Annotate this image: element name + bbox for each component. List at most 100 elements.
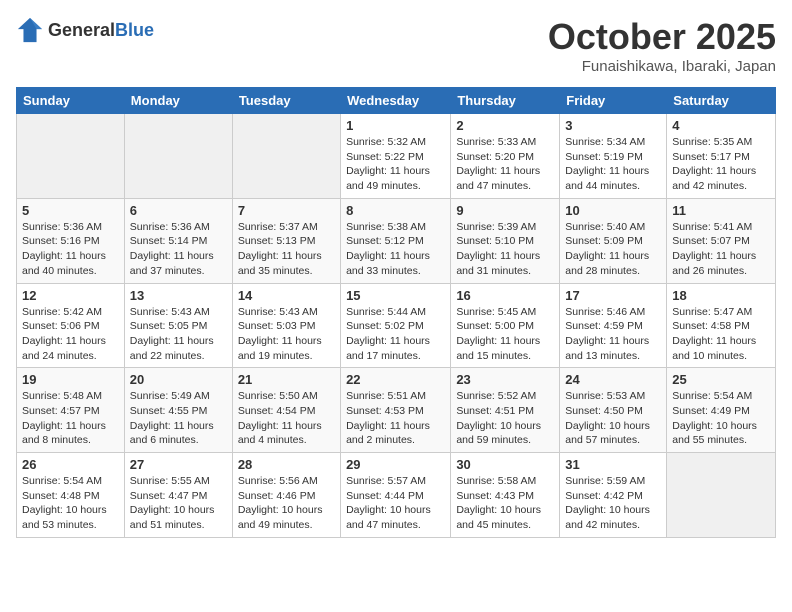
calendar-cell: 1 Sunrise: 5:32 AM Sunset: 5:22 PM Daylig… [341, 114, 451, 199]
calendar-cell: 7 Sunrise: 5:37 AM Sunset: 5:13 PM Daylig… [232, 198, 340, 283]
day-number: 13 [130, 288, 227, 303]
calendar-cell: 30 Sunrise: 5:58 AM Sunset: 4:43 PM Dayli… [451, 453, 560, 538]
calendar-cell: 28 Sunrise: 5:56 AM Sunset: 4:46 PM Dayli… [232, 453, 340, 538]
logo-general: General [48, 20, 115, 40]
day-info: Sunrise: 5:51 AM Sunset: 4:53 PM Dayligh… [346, 389, 445, 448]
day-info: Sunrise: 5:37 AM Sunset: 5:13 PM Dayligh… [238, 220, 335, 279]
day-number: 30 [456, 457, 554, 472]
logo-blue: Blue [115, 20, 154, 40]
day-info: Sunrise: 5:57 AM Sunset: 4:44 PM Dayligh… [346, 474, 445, 533]
day-info: Sunrise: 5:50 AM Sunset: 4:54 PM Dayligh… [238, 389, 335, 448]
calendar-cell: 8 Sunrise: 5:38 AM Sunset: 5:12 PM Daylig… [341, 198, 451, 283]
day-number: 10 [565, 203, 661, 218]
day-number: 12 [22, 288, 119, 303]
day-number: 19 [22, 372, 119, 387]
week-row-1: 1 Sunrise: 5:32 AM Sunset: 5:22 PM Daylig… [17, 114, 776, 199]
calendar-cell: 31 Sunrise: 5:59 AM Sunset: 4:42 PM Dayli… [560, 453, 667, 538]
day-number: 9 [456, 203, 554, 218]
day-info: Sunrise: 5:48 AM Sunset: 4:57 PM Dayligh… [22, 389, 119, 448]
day-info: Sunrise: 5:40 AM Sunset: 5:09 PM Dayligh… [565, 220, 661, 279]
calendar-cell: 14Sunrise: 5:43 AM Sunset: 5:03 PM Dayli… [232, 283, 340, 368]
week-row-4: 19 Sunrise: 5:48 AM Sunset: 4:57 PM Dayli… [17, 368, 776, 453]
calendar-cell: 21 Sunrise: 5:50 AM Sunset: 4:54 PM Dayli… [232, 368, 340, 453]
day-info: Sunrise: 5:36 AM Sunset: 5:14 PM Dayligh… [130, 220, 227, 279]
calendar-cell: 26 Sunrise: 5:54 AM Sunset: 4:48 PM Dayli… [17, 453, 125, 538]
calendar-cell: 5 Sunrise: 5:36 AM Sunset: 5:16 PM Daylig… [17, 198, 125, 283]
day-info: Sunrise: 5:54 AM Sunset: 4:49 PM Dayligh… [672, 389, 770, 448]
day-number: 4 [672, 118, 770, 133]
day-info: Sunrise: 5:42 AM Sunset: 5:06 PM Dayligh… [22, 305, 119, 364]
calendar-cell [17, 114, 125, 199]
day-number: 1 [346, 118, 445, 133]
day-number: 7 [238, 203, 335, 218]
day-number: 18 [672, 288, 770, 303]
day-info: Sunrise: 5:36 AM Sunset: 5:16 PM Dayligh… [22, 220, 119, 279]
calendar-table: SundayMondayTuesdayWednesdayThursdayFrid… [16, 87, 776, 538]
day-number: 26 [22, 457, 119, 472]
day-number: 28 [238, 457, 335, 472]
calendar-cell: 15 Sunrise: 5:44 AM Sunset: 5:02 PM Dayli… [341, 283, 451, 368]
calendar-cell: 19 Sunrise: 5:48 AM Sunset: 4:57 PM Dayli… [17, 368, 125, 453]
day-info: Sunrise: 5:41 AM Sunset: 5:07 PM Dayligh… [672, 220, 770, 279]
day-info: Sunrise: 5:35 AM Sunset: 5:17 PM Dayligh… [672, 135, 770, 194]
col-header-tuesday: Tuesday [232, 88, 340, 114]
day-info: Sunrise: 5:56 AM Sunset: 4:46 PM Dayligh… [238, 474, 335, 533]
day-info: Sunrise: 5:34 AM Sunset: 5:19 PM Dayligh… [565, 135, 661, 194]
day-info: Sunrise: 5:33 AM Sunset: 5:20 PM Dayligh… [456, 135, 554, 194]
day-number: 5 [22, 203, 119, 218]
calendar-header-row: SundayMondayTuesdayWednesdayThursdayFrid… [17, 88, 776, 114]
day-info: Sunrise: 5:49 AM Sunset: 4:55 PM Dayligh… [130, 389, 227, 448]
day-number: 27 [130, 457, 227, 472]
day-number: 23 [456, 372, 554, 387]
calendar-cell: 29 Sunrise: 5:57 AM Sunset: 4:44 PM Dayli… [341, 453, 451, 538]
day-number: 21 [238, 372, 335, 387]
day-number: 16 [456, 288, 554, 303]
day-info: Sunrise: 5:55 AM Sunset: 4:47 PM Dayligh… [130, 474, 227, 533]
logo-icon [16, 16, 44, 44]
calendar-cell: 6Sunrise: 5:36 AM Sunset: 5:14 PM Daylig… [124, 198, 232, 283]
calendar-cell [232, 114, 340, 199]
col-header-thursday: Thursday [451, 88, 560, 114]
day-info: Sunrise: 5:32 AM Sunset: 5:22 PM Dayligh… [346, 135, 445, 194]
calendar-cell: 27 Sunrise: 5:55 AM Sunset: 4:47 PM Dayli… [124, 453, 232, 538]
week-row-3: 12 Sunrise: 5:42 AM Sunset: 5:06 PM Dayli… [17, 283, 776, 368]
day-info: Sunrise: 5:54 AM Sunset: 4:48 PM Dayligh… [22, 474, 119, 533]
calendar-cell: 17Sunrise: 5:46 AM Sunset: 4:59 PM Dayli… [560, 283, 667, 368]
calendar-cell [124, 114, 232, 199]
day-info: Sunrise: 5:47 AM Sunset: 4:58 PM Dayligh… [672, 305, 770, 364]
day-info: Sunrise: 5:52 AM Sunset: 4:51 PM Dayligh… [456, 389, 554, 448]
calendar-cell: 4 Sunrise: 5:35 AM Sunset: 5:17 PM Daylig… [667, 114, 776, 199]
month-title: October 2025 [548, 16, 776, 58]
day-info: Sunrise: 5:44 AM Sunset: 5:02 PM Dayligh… [346, 305, 445, 364]
week-row-5: 26 Sunrise: 5:54 AM Sunset: 4:48 PM Dayli… [17, 453, 776, 538]
week-row-2: 5 Sunrise: 5:36 AM Sunset: 5:16 PM Daylig… [17, 198, 776, 283]
day-info: Sunrise: 5:38 AM Sunset: 5:12 PM Dayligh… [346, 220, 445, 279]
day-number: 31 [565, 457, 661, 472]
calendar-cell: 18 Sunrise: 5:47 AM Sunset: 4:58 PM Dayli… [667, 283, 776, 368]
day-number: 22 [346, 372, 445, 387]
calendar-cell: 24Sunrise: 5:53 AM Sunset: 4:50 PM Dayli… [560, 368, 667, 453]
calendar-cell: 22 Sunrise: 5:51 AM Sunset: 4:53 PM Dayli… [341, 368, 451, 453]
day-number: 2 [456, 118, 554, 133]
day-number: 8 [346, 203, 445, 218]
day-info: Sunrise: 5:59 AM Sunset: 4:42 PM Dayligh… [565, 474, 661, 533]
calendar-cell [667, 453, 776, 538]
day-number: 25 [672, 372, 770, 387]
title-block: October 2025 Funaishikawa, Ibaraki, Japa… [548, 16, 776, 75]
col-header-sunday: Sunday [17, 88, 125, 114]
col-header-friday: Friday [560, 88, 667, 114]
location-title: Funaishikawa, Ibaraki, Japan [548, 58, 776, 75]
day-info: Sunrise: 5:45 AM Sunset: 5:00 PM Dayligh… [456, 305, 554, 364]
logo: GeneralBlue [16, 16, 154, 44]
page-header: GeneralBlue October 2025 Funaishikawa, I… [16, 16, 776, 75]
calendar-cell: 12 Sunrise: 5:42 AM Sunset: 5:06 PM Dayli… [17, 283, 125, 368]
day-info: Sunrise: 5:39 AM Sunset: 5:10 PM Dayligh… [456, 220, 554, 279]
day-info: Sunrise: 5:58 AM Sunset: 4:43 PM Dayligh… [456, 474, 554, 533]
calendar-cell: 13Sunrise: 5:43 AM Sunset: 5:05 PM Dayli… [124, 283, 232, 368]
calendar-cell: 3 Sunrise: 5:34 AM Sunset: 5:19 PM Daylig… [560, 114, 667, 199]
day-info: Sunrise: 5:46 AM Sunset: 4:59 PM Dayligh… [565, 305, 661, 364]
day-number: 3 [565, 118, 661, 133]
day-number: 29 [346, 457, 445, 472]
day-number: 15 [346, 288, 445, 303]
day-info: Sunrise: 5:43 AM Sunset: 5:03 PM Dayligh… [238, 305, 335, 364]
